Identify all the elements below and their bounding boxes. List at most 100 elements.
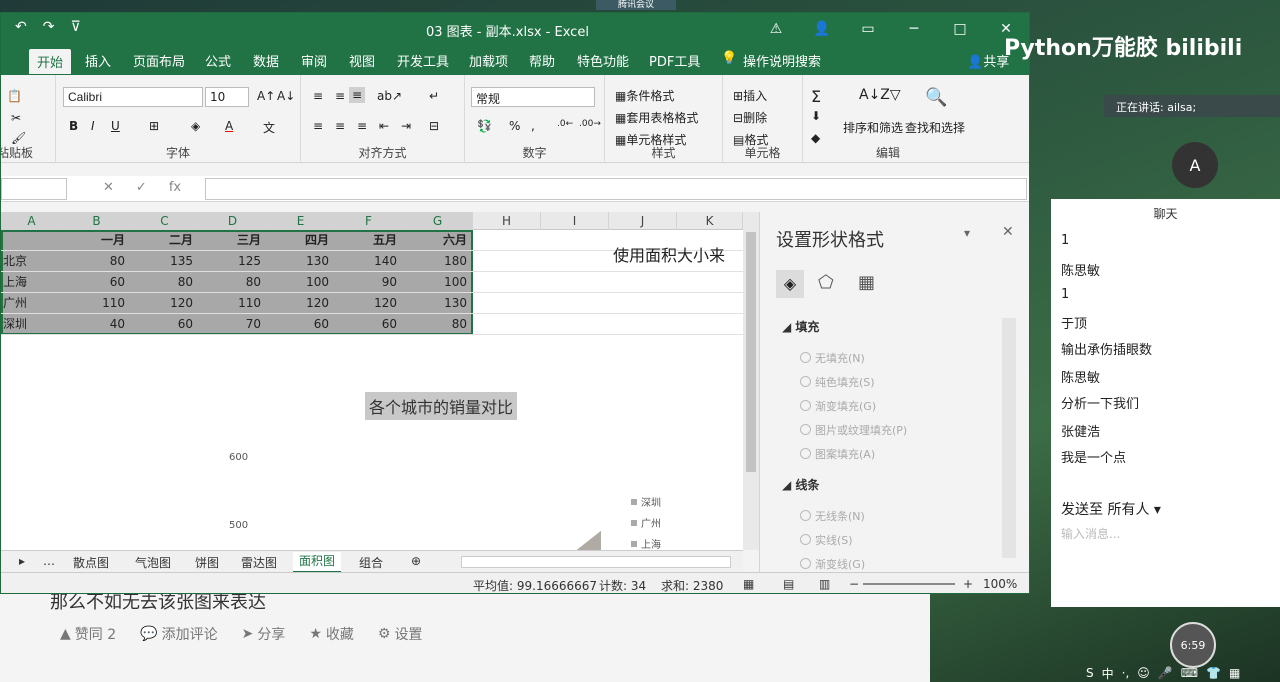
cancel-icon[interactable]: ✕	[103, 180, 114, 195]
find-icon[interactable]: 🔍	[925, 87, 947, 108]
wrap-text-icon[interactable]: ↵	[429, 89, 439, 103]
fill-option[interactable]: 纯色填充(S)	[800, 374, 875, 390]
line-option[interactable]: 实线(S)	[800, 532, 853, 548]
align-right-icon[interactable]: ≡	[357, 119, 367, 133]
redo-icon[interactable]: ↷	[43, 19, 55, 35]
tab-page-layout[interactable]: 页面布局	[133, 51, 185, 70]
shirt-icon[interactable]: 👕	[1206, 666, 1221, 680]
sort-filter-button[interactable]: 排序和筛选	[843, 119, 903, 136]
align-middle-icon[interactable]: ≡	[335, 89, 345, 103]
cell[interactable]: 80	[131, 272, 199, 293]
cell[interactable]: 60	[131, 314, 199, 335]
cell[interactable]: 100	[403, 272, 473, 293]
tab-home[interactable]: 开始	[29, 49, 72, 74]
sort-filter-icon[interactable]: A↓Z▽	[859, 87, 901, 103]
column-header[interactable]: D	[199, 212, 267, 230]
cell[interactable]: 60	[267, 314, 335, 335]
tab-help[interactable]: 帮助	[529, 51, 555, 70]
align-center-icon[interactable]: ≡	[335, 119, 345, 133]
cell[interactable]: 一月	[63, 230, 131, 251]
tab-view[interactable]: 视图	[349, 51, 375, 70]
zoom-out-icon[interactable]: −	[849, 577, 859, 591]
merge-icon[interactable]: ⊟	[429, 119, 439, 133]
area-chart[interactable]: 各个城市的销量对比 300400500600深圳广州上海	[221, 384, 679, 564]
cell[interactable]: 60	[335, 314, 403, 335]
fill-option[interactable]: 图片或纹理填充(P)	[800, 422, 907, 438]
cell[interactable]: 110	[199, 293, 267, 314]
cell[interactable]: 上海	[1, 272, 63, 293]
align-bottom-icon[interactable]: ≡	[349, 87, 366, 103]
emoji-icon[interactable]: ☺	[1137, 666, 1150, 680]
keyboard-icon[interactable]: ⌨	[1181, 666, 1198, 680]
settings-button[interactable]: ⚙ 设置	[378, 624, 423, 644]
cell[interactable]: 110	[63, 293, 131, 314]
column-header[interactable]: C	[131, 212, 199, 230]
column-header[interactable]: E	[267, 212, 335, 230]
column-header[interactable]: G	[403, 212, 473, 230]
column-header[interactable]: I	[541, 212, 609, 230]
tell-me-search[interactable]: 操作说明搜索	[743, 51, 821, 70]
sheet-tab[interactable]: 气泡图	[135, 554, 171, 571]
increase-decimal-icon[interactable]: .0←	[557, 119, 573, 129]
find-select-button[interactable]: 查找和选择	[905, 119, 965, 136]
font-color-icon[interactable]: A	[225, 119, 233, 133]
cell[interactable]: 二月	[131, 230, 199, 251]
size-properties-icon[interactable]: ▦	[858, 272, 875, 293]
fill-option[interactable]: 无填充(N)	[800, 350, 865, 366]
decrease-decimal-icon[interactable]: .00→	[579, 119, 601, 129]
cell[interactable]: 100	[267, 272, 335, 293]
undo-icon[interactable]: ↶	[15, 19, 27, 35]
ime-mode-icon[interactable]: 中	[1102, 665, 1114, 682]
cell[interactable]: 80	[63, 251, 131, 272]
normal-view-icon[interactable]: ▦	[743, 577, 754, 591]
fill-color-icon[interactable]: ◈	[191, 119, 200, 133]
cell[interactable]: 六月	[403, 230, 473, 251]
chat-input[interactable]: 输入消息...	[1061, 525, 1120, 542]
column-header[interactable]: F	[335, 212, 403, 230]
grow-font-icon[interactable]: A↑	[257, 89, 275, 103]
fill-option[interactable]: 图案填充(A)	[800, 446, 875, 462]
lightbulb-icon[interactable]: 💡	[721, 51, 737, 66]
ime-icon[interactable]: S	[1086, 666, 1094, 680]
sheet-tab[interactable]: 雷达图	[241, 554, 277, 571]
zoom-in-icon[interactable]: +	[963, 577, 973, 591]
tab-formulas[interactable]: 公式	[205, 51, 231, 70]
tab-review[interactable]: 审阅	[301, 51, 327, 70]
account-icon[interactable]: 👤	[799, 13, 845, 45]
indent-icon[interactable]: ⇤	[379, 119, 389, 133]
cut-icon[interactable]: ✂	[11, 111, 21, 125]
autosum-icon[interactable]: Σ	[811, 87, 821, 106]
format-as-table-button[interactable]: ▦套用表格格式	[615, 109, 698, 126]
cell-styles-button[interactable]: ▦单元格样式	[615, 131, 686, 148]
customize-icon[interactable]: ⊽	[70, 19, 80, 35]
paste-icon[interactable]: 📋	[7, 89, 22, 103]
insert-cells-button[interactable]: ⊞插入	[733, 87, 767, 104]
outdent-icon[interactable]: ⇥	[401, 119, 411, 133]
cell[interactable]: 60	[63, 272, 131, 293]
apps-icon[interactable]: ▦	[1229, 666, 1240, 680]
send-to-select[interactable]: 发送至 所有人 ▾	[1061, 499, 1161, 519]
cell[interactable]: 80	[199, 272, 267, 293]
tab-data[interactable]: 数据	[253, 51, 279, 70]
cell[interactable]: 180	[403, 251, 473, 272]
close-pane-icon[interactable]: ✕	[1002, 224, 1014, 240]
check-icon[interactable]: ✓	[136, 180, 147, 195]
scroll-tabs-right-icon[interactable]: ▸	[19, 554, 25, 568]
fill-option[interactable]: 渐变填充(G)	[800, 398, 876, 414]
add-sheet-icon[interactable]: ⊕	[411, 554, 421, 568]
pane-scrollbar[interactable]	[1002, 318, 1016, 558]
maximize-button[interactable]: □	[937, 13, 983, 45]
clear-icon[interactable]: ◆	[811, 131, 820, 145]
fill-line-icon[interactable]: ◈	[776, 270, 804, 298]
legend-entry[interactable]: 广州	[631, 518, 661, 530]
cell[interactable]: 125	[199, 251, 267, 272]
conditional-format-button[interactable]: ▦条件格式	[615, 87, 674, 104]
currency-icon[interactable]: 💱	[477, 119, 492, 133]
scroll-thumb[interactable]	[746, 232, 756, 472]
tab-developer[interactable]: 开发工具	[397, 51, 449, 70]
border-icon[interactable]: ⊞	[149, 119, 159, 133]
chevron-down-icon[interactable]: ▾	[964, 226, 970, 240]
delete-cells-button[interactable]: ⊟删除	[733, 109, 767, 126]
percent-icon[interactable]: %	[509, 119, 520, 133]
avatar[interactable]: A	[1172, 142, 1218, 188]
